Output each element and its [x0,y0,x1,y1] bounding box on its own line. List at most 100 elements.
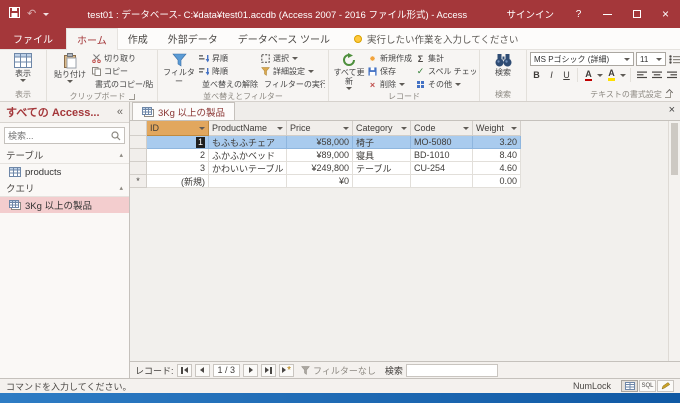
cell-price-new[interactable]: ¥0 [287,175,353,188]
dialog-launcher-icon[interactable] [128,93,135,100]
align-center-button[interactable] [650,69,663,82]
chevron-down-icon[interactable] [401,126,407,130]
cut-button[interactable]: 切り取り [90,52,154,65]
column-header-code[interactable]: Code [411,121,473,136]
help-button[interactable]: ? [564,0,593,28]
cell-code[interactable]: MO-5080 [411,136,473,149]
sort-ascending-button[interactable]: 昇順 [197,52,259,65]
totals-button[interactable]: Σ 集計 [414,52,476,65]
previous-record-button[interactable] [194,363,210,377]
cell-id-new[interactable]: (新規) [147,175,209,188]
cell-id[interactable]: 3 [147,162,209,175]
select-all-corner[interactable] [130,121,147,136]
new-blank-record-button[interactable]: * [279,363,295,377]
save-record-button[interactable]: 保存 [366,65,414,78]
column-header-price[interactable]: Price [287,121,353,136]
document-tab-query[interactable]: 3Kg 以上の製品 [132,102,236,120]
align-right-button[interactable] [665,69,678,82]
chevron-down-icon[interactable] [620,73,626,77]
nav-group-tables[interactable]: テーブル ▴ [0,147,129,164]
vertical-scrollbar[interactable] [668,121,680,361]
cell-price[interactable]: ¥249,800 [287,162,353,175]
chevron-down-icon[interactable] [597,73,603,77]
sql-view-button[interactable]: SQL [639,380,656,392]
copy-button[interactable]: コピー [90,65,154,78]
find-button[interactable]: 検索 [483,51,523,77]
selection-button[interactable]: 選択 [259,52,325,65]
cell-price[interactable]: ¥58,000 [287,136,353,149]
cell-category[interactable]: テーブル [353,162,411,175]
record-selector[interactable] [130,136,147,149]
cell-weight[interactable]: 3.20 [473,136,521,149]
qat-dropdown-icon[interactable] [43,12,50,16]
nav-item-products[interactable]: products [0,164,129,180]
underline-button[interactable]: U [560,69,573,82]
column-header-productname[interactable]: ProductName [209,121,287,136]
datasheet-view-button[interactable] [621,380,638,392]
bold-button[interactable]: B [530,69,543,82]
chevron-down-icon[interactable] [199,126,205,130]
format-painter-button[interactable]: 書式のコピー/貼り付け [90,78,154,91]
cell-category[interactable]: 寝具 [353,149,411,162]
italic-button[interactable]: I [545,69,558,82]
record-counter[interactable]: 1 / 3 [212,363,241,377]
advanced-filter-button[interactable]: 詳細設定 [259,65,325,78]
undo-icon[interactable]: ↶ [27,8,36,20]
cell-category[interactable]: 椅子 [353,136,411,149]
tell-me-box[interactable]: 実行したい作業を入力してください [353,28,518,49]
chevron-down-icon[interactable] [511,126,517,130]
collapse-ribbon-button[interactable] [664,88,674,97]
more-button[interactable]: その他 [414,78,476,91]
cell-code[interactable]: CU-254 [411,162,473,175]
paste-button[interactable]: 貼り付け [50,51,90,84]
close-document-icon[interactable]: × [669,105,675,116]
column-header-category[interactable]: Category [353,121,411,136]
cell-weight[interactable]: 8.40 [473,149,521,162]
cell-productname[interactable]: もふもふチェア [209,136,287,149]
design-view-button[interactable] [657,380,674,392]
navigation-pane-header[interactable]: すべての Access... « [0,102,129,123]
last-record-button[interactable] [261,363,277,377]
navigation-search-box[interactable] [4,127,125,144]
first-record-button[interactable] [176,363,192,377]
cell-weight-new[interactable]: 0.00 [473,175,521,188]
cell-productname[interactable]: かわいいテーブル [209,162,287,175]
chevron-down-icon[interactable] [463,126,469,130]
tab-home[interactable]: ホーム [66,28,118,50]
maximize-button[interactable] [622,0,651,28]
tab-create[interactable]: 作成 [118,28,158,49]
tab-file[interactable]: ファイル [0,28,66,49]
cell-category-new[interactable] [353,175,411,188]
font-name-combo[interactable]: MS Pゴシック (詳細) [530,52,634,66]
record-selector[interactable] [130,162,147,175]
minimize-button[interactable] [593,0,622,28]
tab-database-tools[interactable]: データベース ツール [228,28,340,49]
bullets-button[interactable] [668,53,680,66]
cell-code-new[interactable] [411,175,473,188]
tab-external-data[interactable]: 外部データ [158,28,228,49]
next-record-button[interactable] [243,363,259,377]
column-header-weight[interactable]: Weight [473,121,521,136]
view-button[interactable]: 表示 [3,51,43,83]
sort-descending-button[interactable]: 降順 [197,65,259,78]
nav-group-queries[interactable]: クエリ ▴ [0,180,129,197]
filter-status[interactable]: フィルターなし [301,364,376,377]
new-record-button[interactable]: 新規作成 [366,52,414,65]
filter-button[interactable]: フィルター [161,51,197,86]
cell-price[interactable]: ¥89,000 [287,149,353,162]
cell-id[interactable]: 1 [147,136,209,149]
new-record-marker[interactable]: * [130,175,147,188]
refresh-all-button[interactable]: すべて更新 [332,51,366,91]
cell-id[interactable]: 2 [147,149,209,162]
cell-productname-new[interactable] [209,175,287,188]
cell-productname[interactable]: ふかふかベッド [209,149,287,162]
navigation-search-input[interactable] [8,130,108,141]
toggle-filter-button[interactable]: フィルターの実行 [259,78,325,91]
chevron-down-icon[interactable] [343,126,349,130]
column-header-id[interactable]: ID [147,121,209,136]
chevron-down-icon[interactable] [277,126,283,130]
signin-button[interactable]: サインイン [496,0,564,28]
close-button[interactable]: × [651,0,680,28]
font-size-combo[interactable]: 11 [636,52,666,66]
delete-record-button[interactable]: × 削除 [366,78,414,91]
